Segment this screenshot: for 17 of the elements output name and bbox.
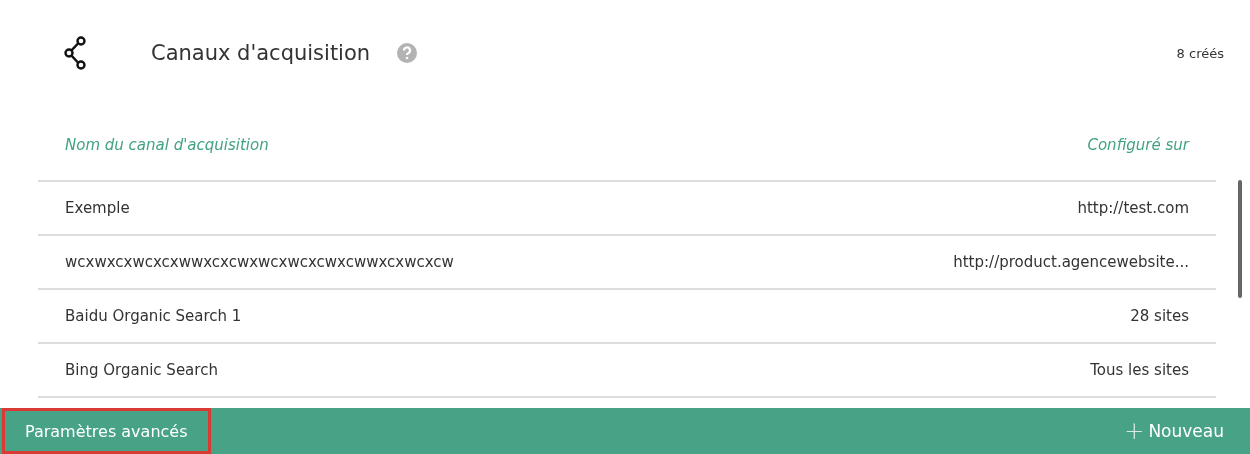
column-header: Configuré sur (1087, 136, 1189, 154)
column-header: Nom du canal d'acquisition (65, 136, 269, 154)
help-icon[interactable] (397, 43, 418, 63)
section-title: Canaux d'acquisition (151, 41, 371, 65)
advanced-settings-button[interactable]: Paramètres avancés (2, 408, 211, 454)
channel-name: Bing Organic Search (65, 361, 218, 379)
share-icon (64, 36, 88, 70)
channel-target: Tous les sites (1090, 361, 1189, 379)
channel-name: Baidu Organic Search 1 (65, 307, 242, 325)
new-button[interactable]: + Nouveau (1124, 408, 1250, 454)
channel-name: Exemple (65, 199, 130, 217)
channel-target: http://test.com (1077, 199, 1189, 217)
channel-target: 28 sites (1130, 307, 1189, 325)
scrollbar[interactable] (1238, 180, 1242, 298)
channel-target: http://product.agencewebsite... (953, 253, 1189, 271)
created-count: 8 créés (1176, 45, 1224, 61)
channel-name: wcxwxcxwcxcxwwxcxcwxwcxwcxcwxcwwxcxwcxcw (65, 253, 454, 271)
